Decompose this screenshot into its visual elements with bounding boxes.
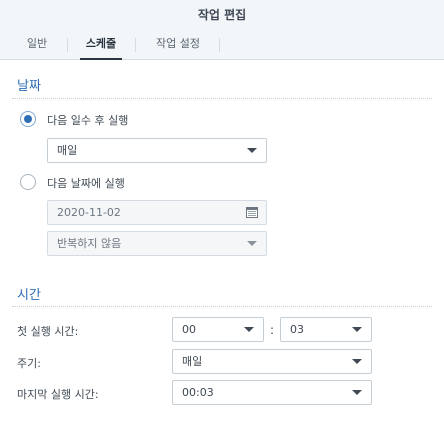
radio-run-on-date[interactable] [20, 174, 36, 190]
radio-label-run-after-days: 다음 일수 후 실행 [47, 114, 129, 127]
section-divider [12, 306, 432, 307]
tab-divider [135, 38, 136, 52]
chevron-down-icon [247, 148, 257, 153]
first-run-minute-select[interactable]: 03 [280, 317, 372, 342]
date-input[interactable]: 2020-11-02 [47, 200, 267, 225]
radio-run-after-days[interactable] [20, 111, 36, 127]
repeat-select[interactable]: 반복하지 않음 [47, 231, 267, 256]
tab-divider [67, 38, 68, 52]
frequency-label: 주기: [17, 357, 41, 370]
frequency-select-value: 매일 [182, 355, 203, 368]
repeat-select-value: 반복하지 않음 [57, 237, 122, 250]
calendar-icon[interactable] [246, 207, 258, 218]
frequency-select[interactable]: 매일 [172, 349, 372, 374]
chevron-down-icon [352, 359, 362, 364]
first-run-hour-select[interactable]: 00 [172, 317, 264, 342]
last-run-time-select[interactable]: 00:03 [172, 380, 372, 405]
tab-divider [219, 38, 220, 52]
chevron-down-icon [244, 327, 254, 332]
chevron-down-icon [352, 327, 362, 332]
date-input-value: 2020-11-02 [57, 206, 121, 219]
tab-general[interactable]: 일반 [18, 30, 56, 60]
first-run-minute-value: 03 [290, 323, 304, 336]
radio-label-run-on-date: 다음 날짜에 실행 [47, 177, 125, 190]
time-colon: : [270, 323, 275, 337]
tab-bar: 일반 스케줄 작업 설정 [0, 30, 444, 60]
last-run-time-label: 마지막 실행 시간: [17, 388, 99, 401]
first-run-time-label: 첫 실행 시간: [17, 325, 79, 338]
run-days-select[interactable]: 매일 [47, 138, 267, 163]
first-run-hour-value: 00 [182, 323, 196, 336]
last-run-time-value: 00:03 [182, 386, 214, 399]
section-title-time: 시간 [17, 288, 41, 303]
section-title-date: 날짜 [17, 79, 41, 94]
section-divider [12, 98, 432, 99]
window-title: 작업 편집 [0, 0, 444, 30]
tab-task-settings[interactable]: 작업 설정 [148, 30, 208, 60]
chevron-down-icon [247, 241, 257, 246]
chevron-down-icon [352, 390, 362, 395]
tab-schedule[interactable]: 스케줄 [80, 30, 122, 60]
run-days-select-value: 매일 [57, 144, 78, 157]
